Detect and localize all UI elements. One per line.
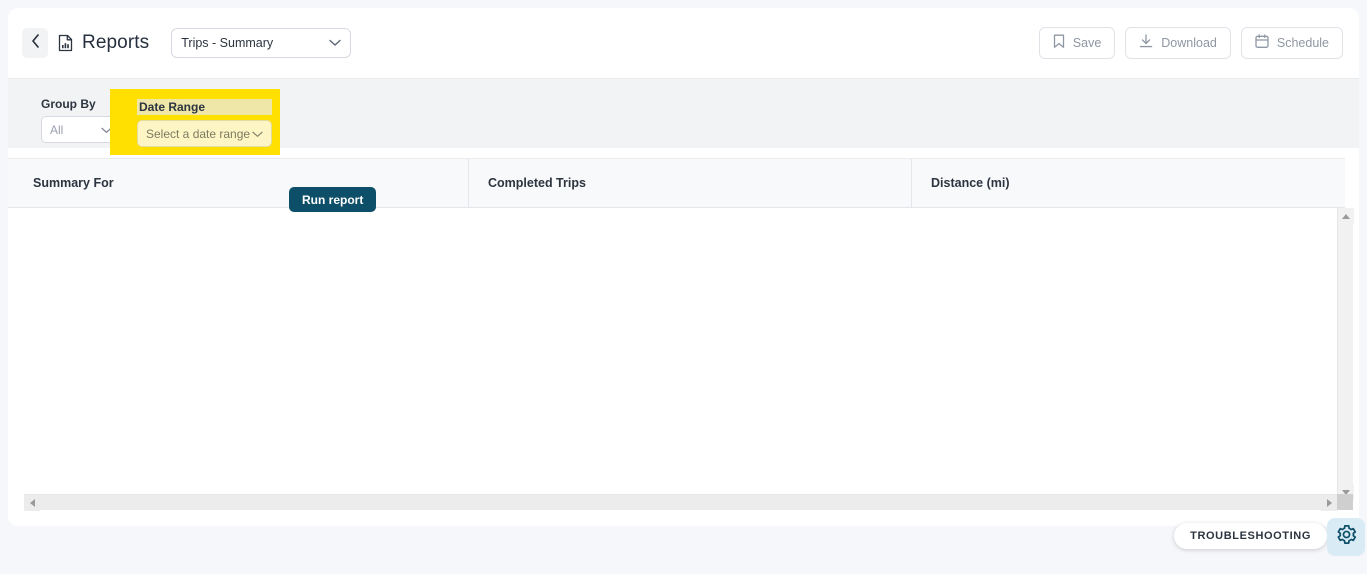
header-actions: Save Download Schedule	[1038, 27, 1343, 59]
settings-button[interactable]	[1327, 518, 1365, 556]
save-label: Save	[1072, 36, 1102, 50]
vertical-scrollbar[interactable]	[1337, 208, 1354, 500]
schedule-label: Schedule	[1276, 36, 1329, 50]
filter-bar: Group By All Date Range Select a date ra…	[8, 78, 1359, 212]
scroll-right-button[interactable]	[1321, 495, 1337, 511]
save-button[interactable]: Save	[1038, 27, 1116, 59]
reports-card: Reports Trips - Summary Save Download Sc…	[8, 8, 1359, 526]
report-type-value: Trips - Summary	[181, 36, 274, 50]
report-document-icon	[57, 34, 74, 52]
download-button[interactable]: Download	[1125, 27, 1231, 59]
scroll-left-button[interactable]	[24, 495, 40, 511]
page-header: Reports Trips - Summary Save Download Sc…	[8, 8, 1359, 78]
horizontal-scrollbar[interactable]	[24, 494, 1337, 511]
date-range-placeholder: Select a date range	[146, 126, 251, 141]
back-button[interactable]	[22, 28, 48, 58]
run-report-button[interactable]: Run report	[289, 187, 377, 212]
bookmark-icon	[1053, 34, 1065, 52]
download-icon	[1139, 34, 1153, 52]
chevron-down-icon	[329, 34, 341, 52]
chevron-left-icon	[31, 33, 40, 53]
table-body	[8, 208, 1337, 500]
group-by-field: Group By All	[41, 97, 121, 143]
date-range-field: Date Range Select a date range	[137, 99, 272, 147]
column-header-completed-trips[interactable]: Completed Trips	[468, 159, 911, 207]
column-header-summary-for[interactable]: Summary For	[8, 159, 468, 207]
date-range-select[interactable]: Select a date range	[137, 120, 272, 147]
calendar-icon	[1255, 34, 1269, 52]
troubleshooting-button[interactable]: TROUBLESHOOTING	[1174, 523, 1327, 549]
date-range-label: Date Range	[137, 99, 272, 115]
gear-icon	[1335, 523, 1358, 551]
table-header-row: Summary For Completed Trips Distance (mi…	[8, 158, 1345, 208]
date-range-highlight-annotation: Date Range Select a date range	[110, 89, 280, 155]
chevron-down-icon	[252, 125, 263, 143]
column-header-distance[interactable]: Distance (mi)	[911, 159, 1345, 207]
page-title: Reports	[82, 32, 150, 53]
schedule-button[interactable]: Schedule	[1240, 27, 1343, 59]
download-label: Download	[1161, 36, 1217, 50]
scrollbar-corner	[1337, 494, 1353, 510]
scroll-up-button[interactable]	[1338, 208, 1354, 224]
group-by-label: Group By	[41, 97, 96, 111]
group-by-select[interactable]: All	[41, 116, 121, 143]
group-by-value: All	[50, 122, 64, 137]
report-type-select[interactable]: Trips - Summary	[171, 28, 352, 58]
